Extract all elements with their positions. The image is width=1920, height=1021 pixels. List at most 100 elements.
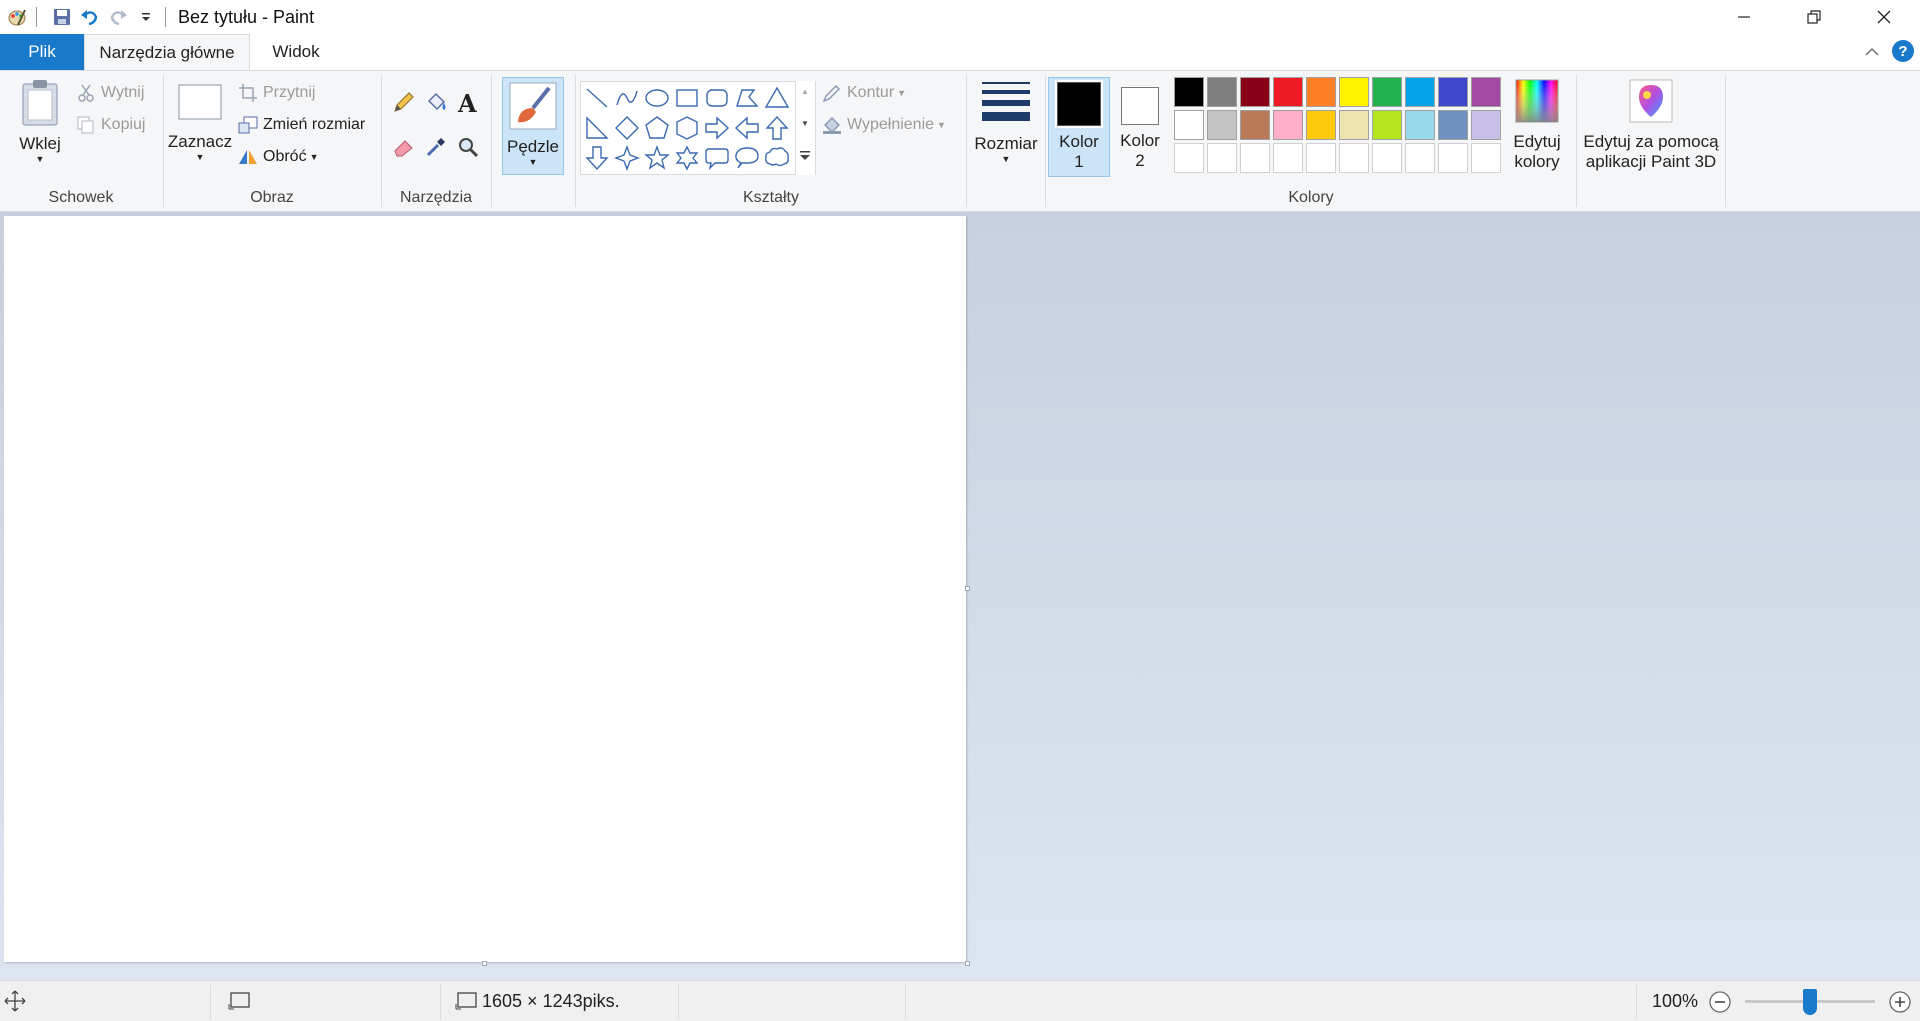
- color2-button[interactable]: Kolor 2: [1112, 77, 1168, 177]
- palette-color-swatch[interactable]: [1471, 110, 1501, 140]
- color2-label: Kolor: [1120, 131, 1160, 150]
- redo-icon[interactable]: [107, 6, 129, 28]
- rectangle-shape-icon[interactable]: [673, 84, 701, 112]
- six-point-star-shape-icon[interactable]: [673, 144, 701, 172]
- ribbon: Wklej ▼ Wytnij Kopiuj Schowek Zaznacz ▼: [0, 70, 1920, 212]
- palette-color-swatch[interactable]: [1174, 110, 1204, 140]
- minimize-button[interactable]: [1710, 0, 1778, 34]
- curve-shape-icon[interactable]: [613, 84, 641, 112]
- restore-button[interactable]: [1780, 0, 1848, 34]
- zoom-out-icon[interactable]: [1708, 990, 1732, 1019]
- custom-color-slot[interactable]: [1471, 143, 1501, 173]
- color1-button[interactable]: Kolor 1: [1048, 77, 1110, 177]
- custom-color-slot[interactable]: [1372, 143, 1402, 173]
- palette-color-swatch[interactable]: [1372, 77, 1402, 107]
- cloud-callout-shape-icon[interactable]: [763, 144, 791, 172]
- palette-color-swatch[interactable]: [1471, 77, 1501, 107]
- palette-color-swatch[interactable]: [1438, 110, 1468, 140]
- line-size-icon: [982, 81, 1030, 128]
- canvas-resize-handle-bottom[interactable]: [482, 961, 487, 966]
- size-button[interactable]: Rozmiar ▼: [971, 81, 1041, 164]
- custom-color-slot[interactable]: [1174, 143, 1204, 173]
- four-point-star-shape-icon[interactable]: [613, 144, 641, 172]
- fill-dropdown-icon: ▼: [937, 120, 946, 130]
- canvas-resize-handle-corner[interactable]: [965, 961, 970, 966]
- diamond-shape-icon[interactable]: [613, 114, 641, 142]
- canvas-resize-handle-right[interactable]: [965, 586, 970, 591]
- status-separator: [678, 985, 679, 1019]
- five-point-star-shape-icon[interactable]: [643, 144, 671, 172]
- palette-color-swatch[interactable]: [1306, 77, 1336, 107]
- polygon-shape-icon[interactable]: [733, 84, 761, 112]
- palette-color-swatch[interactable]: [1405, 77, 1435, 107]
- tab-home[interactable]: Narzędzia główne: [84, 34, 250, 70]
- custom-color-slot[interactable]: [1339, 143, 1369, 173]
- palette-color-swatch[interactable]: [1306, 110, 1336, 140]
- gallery-scroll-down-icon[interactable]: ▼: [801, 119, 809, 128]
- fill-button[interactable]: Wypełnienie ▼: [822, 115, 946, 135]
- color1-swatch: [1055, 80, 1103, 128]
- right-arrow-shape-icon[interactable]: [703, 114, 731, 142]
- palette-color-swatch[interactable]: [1438, 77, 1468, 107]
- line-shape-icon[interactable]: [583, 84, 611, 112]
- edit-with-paint3d-button[interactable]: Edytuj za pomocą aplikacji Paint 3D: [1581, 79, 1721, 172]
- gallery-expand-icon[interactable]: [799, 149, 811, 167]
- zoom-in-icon[interactable]: [1888, 990, 1912, 1019]
- palette-color-swatch[interactable]: [1273, 77, 1303, 107]
- pentagon-shape-icon[interactable]: [643, 114, 671, 142]
- right-triangle-shape-icon[interactable]: [583, 114, 611, 142]
- palette-color-swatch[interactable]: [1339, 77, 1369, 107]
- down-arrow-shape-icon[interactable]: [583, 144, 611, 172]
- palette-color-swatch[interactable]: [1339, 110, 1369, 140]
- palette-color-swatch[interactable]: [1207, 77, 1237, 107]
- drawing-canvas[interactable]: [4, 216, 966, 962]
- save-icon[interactable]: [51, 6, 73, 28]
- up-arrow-shape-icon[interactable]: [763, 114, 791, 142]
- status-separator: [905, 985, 906, 1019]
- shapes-gallery-scroll[interactable]: ▲ ▼: [795, 81, 815, 175]
- rounded-callout-shape-icon[interactable]: [703, 144, 731, 172]
- triangle-shape-icon[interactable]: [763, 84, 791, 112]
- tab-view[interactable]: Widok: [250, 34, 342, 70]
- close-button[interactable]: [1850, 0, 1918, 34]
- colors-group-label: Kolory: [1288, 189, 1334, 206]
- image-size-icon: [455, 991, 479, 1016]
- outline-button[interactable]: Kontur ▼: [822, 83, 906, 103]
- rounded-rectangle-shape-icon[interactable]: [703, 84, 731, 112]
- hexagon-shape-icon[interactable]: [673, 114, 701, 142]
- custom-color-slot[interactable]: [1438, 143, 1468, 173]
- custom-color-slot[interactable]: [1207, 143, 1237, 173]
- window-title: Bez tytułu - Paint: [178, 6, 315, 27]
- oval-callout-shape-icon[interactable]: [733, 144, 761, 172]
- status-separator: [210, 985, 211, 1019]
- left-arrow-shape-icon[interactable]: [733, 114, 761, 142]
- palette-color-swatch[interactable]: [1240, 110, 1270, 140]
- canvas-workspace: [0, 212, 1920, 980]
- size-dropdown-icon: ▼: [1001, 154, 1011, 164]
- collapse-ribbon-icon[interactable]: [1862, 42, 1882, 62]
- colors-group: Kolor 1 Kolor 2 Edytuj kolory Kolory: [1046, 71, 1576, 211]
- custom-color-slot[interactable]: [1273, 143, 1303, 173]
- zoom-slider-thumb[interactable]: [1803, 989, 1817, 1015]
- gallery-scroll-up-icon[interactable]: ▲: [801, 87, 809, 96]
- paint-app-icon[interactable]: [6, 6, 28, 28]
- ribbon-tab-bar: Plik Narzędzia główne Widok ?: [0, 34, 1920, 70]
- color1-label: Kolor: [1059, 132, 1099, 151]
- custom-color-slot[interactable]: [1306, 143, 1336, 173]
- palette-color-swatch[interactable]: [1372, 110, 1402, 140]
- tab-file[interactable]: Plik: [0, 34, 84, 70]
- help-icon[interactable]: ?: [1892, 40, 1914, 62]
- color-palette: [1174, 77, 1504, 177]
- undo-icon[interactable]: [79, 6, 101, 28]
- edit-colors-button[interactable]: Edytuj kolory: [1506, 79, 1568, 172]
- palette-color-swatch[interactable]: [1240, 77, 1270, 107]
- fill-bucket-small-icon: [822, 115, 842, 135]
- custom-color-slot[interactable]: [1405, 143, 1435, 173]
- custom-color-slot[interactable]: [1240, 143, 1270, 173]
- palette-color-swatch[interactable]: [1174, 77, 1204, 107]
- customize-quick-access-icon[interactable]: [135, 6, 157, 28]
- palette-color-swatch[interactable]: [1273, 110, 1303, 140]
- palette-color-swatch[interactable]: [1207, 110, 1237, 140]
- oval-shape-icon[interactable]: [643, 84, 671, 112]
- palette-color-swatch[interactable]: [1405, 110, 1435, 140]
